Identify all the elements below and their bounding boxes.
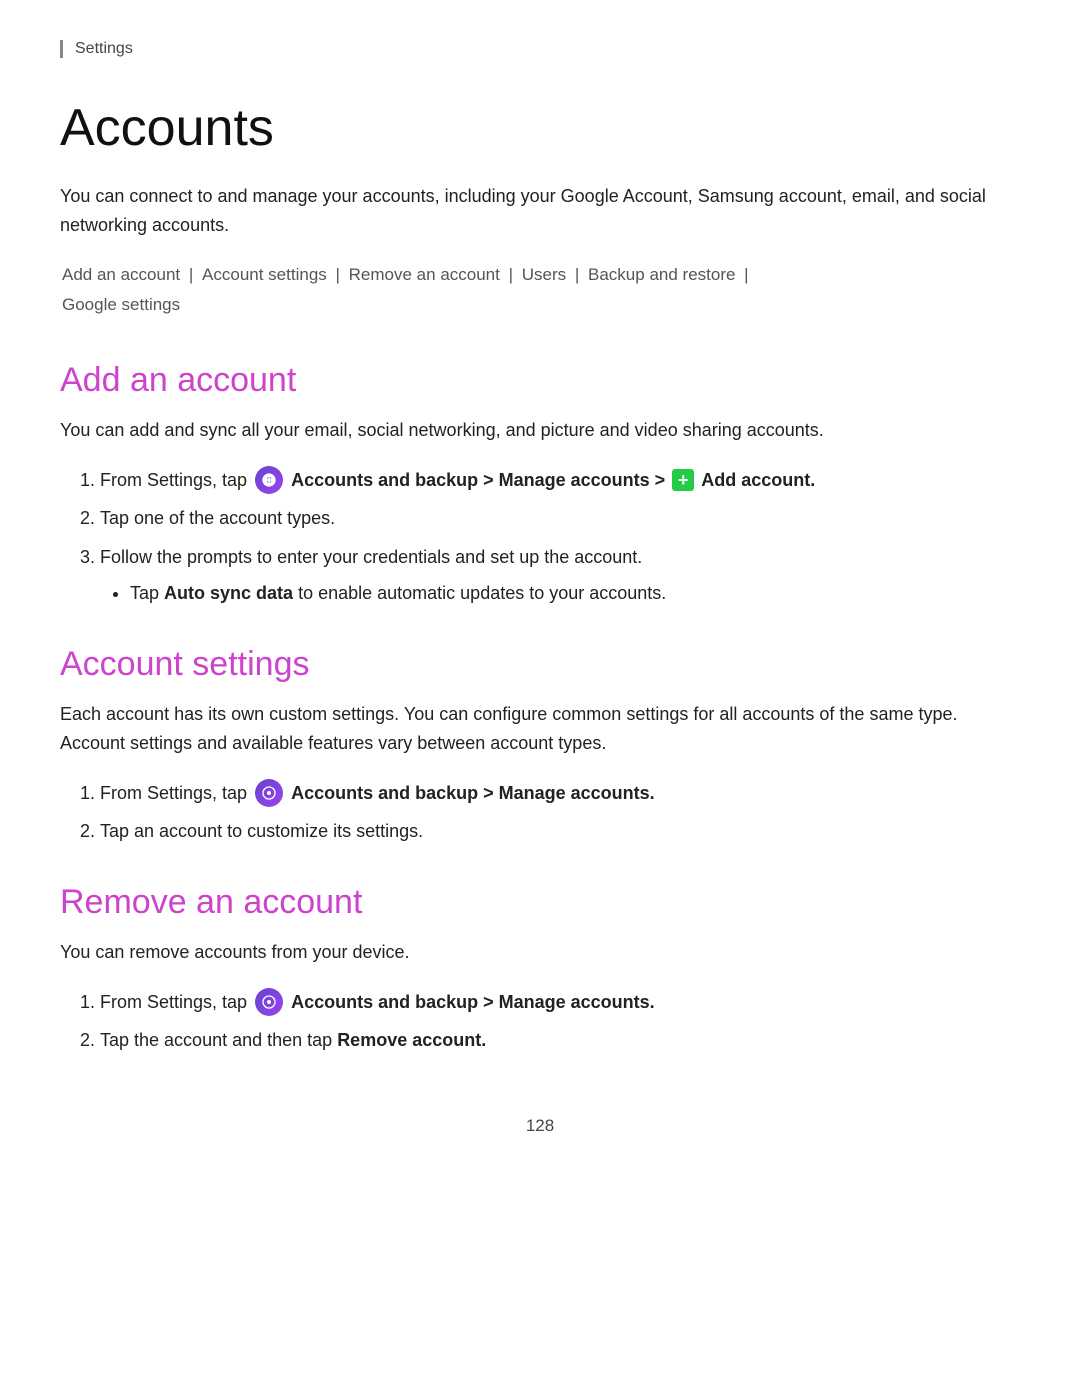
nav-link-backup-restore[interactable]: Backup and restore xyxy=(588,265,735,284)
separator-1: | xyxy=(184,265,198,284)
nav-link-google-settings[interactable]: Google settings xyxy=(62,295,180,314)
settings-icon-2 xyxy=(255,779,283,807)
step-2-account-settings: Tap an account to customize its settings… xyxy=(100,816,1020,847)
section-title-add-account: Add an account xyxy=(60,361,1020,400)
breadcrumb: Settings xyxy=(60,40,1020,58)
separator-5: | xyxy=(739,265,748,284)
page-number: 128 xyxy=(60,1116,1020,1136)
separator-2: | xyxy=(331,265,345,284)
section-add-account: Add an account You can add and sync all … xyxy=(60,361,1020,609)
step-2-add-account: Tap one of the account types. xyxy=(100,503,1020,534)
step-2-remove-account: Tap the account and then tap Remove acco… xyxy=(100,1025,1020,1056)
settings-icon-1 xyxy=(255,466,283,494)
intro-paragraph: You can connect to and manage your accou… xyxy=(60,182,1020,240)
nav-links: Add an account | Account settings | Remo… xyxy=(60,260,1020,321)
section-remove-account: Remove an account You can remove account… xyxy=(60,883,1020,1056)
section-title-account-settings: Account settings xyxy=(60,645,1020,684)
section-desc-account-settings: Each account has its own custom settings… xyxy=(60,700,1020,758)
section-desc-remove-account: You can remove accounts from your device… xyxy=(60,938,1020,967)
sub-bullets-add-account: Tap Auto sync data to enable automatic u… xyxy=(100,578,1020,609)
step-1-account-settings: From Settings, tap Accounts and backup >… xyxy=(100,778,1020,809)
page-title: Accounts xyxy=(60,98,1020,158)
nav-link-users[interactable]: Users xyxy=(522,265,566,284)
step-1-remove-account: From Settings, tap Accounts and backup >… xyxy=(100,987,1020,1018)
plus-icon-1 xyxy=(672,469,694,491)
sub-bullet-auto-sync: Tap Auto sync data to enable automatic u… xyxy=(130,578,1020,609)
nav-link-add-account[interactable]: Add an account xyxy=(62,265,180,284)
section-desc-add-account: You can add and sync all your email, soc… xyxy=(60,416,1020,445)
steps-list-add-account: From Settings, tap Accounts and backup >… xyxy=(60,465,1020,609)
steps-list-remove-account: From Settings, tap Accounts and backup >… xyxy=(60,987,1020,1056)
settings-icon-3 xyxy=(255,988,283,1016)
separator-4: | xyxy=(570,265,584,284)
section-account-settings: Account settings Each account has its ow… xyxy=(60,645,1020,847)
nav-link-remove-account[interactable]: Remove an account xyxy=(349,265,500,284)
step-3-add-account: Follow the prompts to enter your credent… xyxy=(100,542,1020,609)
separator-3: | xyxy=(504,265,518,284)
steps-list-account-settings: From Settings, tap Accounts and backup >… xyxy=(60,778,1020,847)
nav-link-account-settings[interactable]: Account settings xyxy=(202,265,327,284)
section-title-remove-account: Remove an account xyxy=(60,883,1020,922)
step-1-add-account: From Settings, tap Accounts and backup >… xyxy=(100,465,1020,496)
